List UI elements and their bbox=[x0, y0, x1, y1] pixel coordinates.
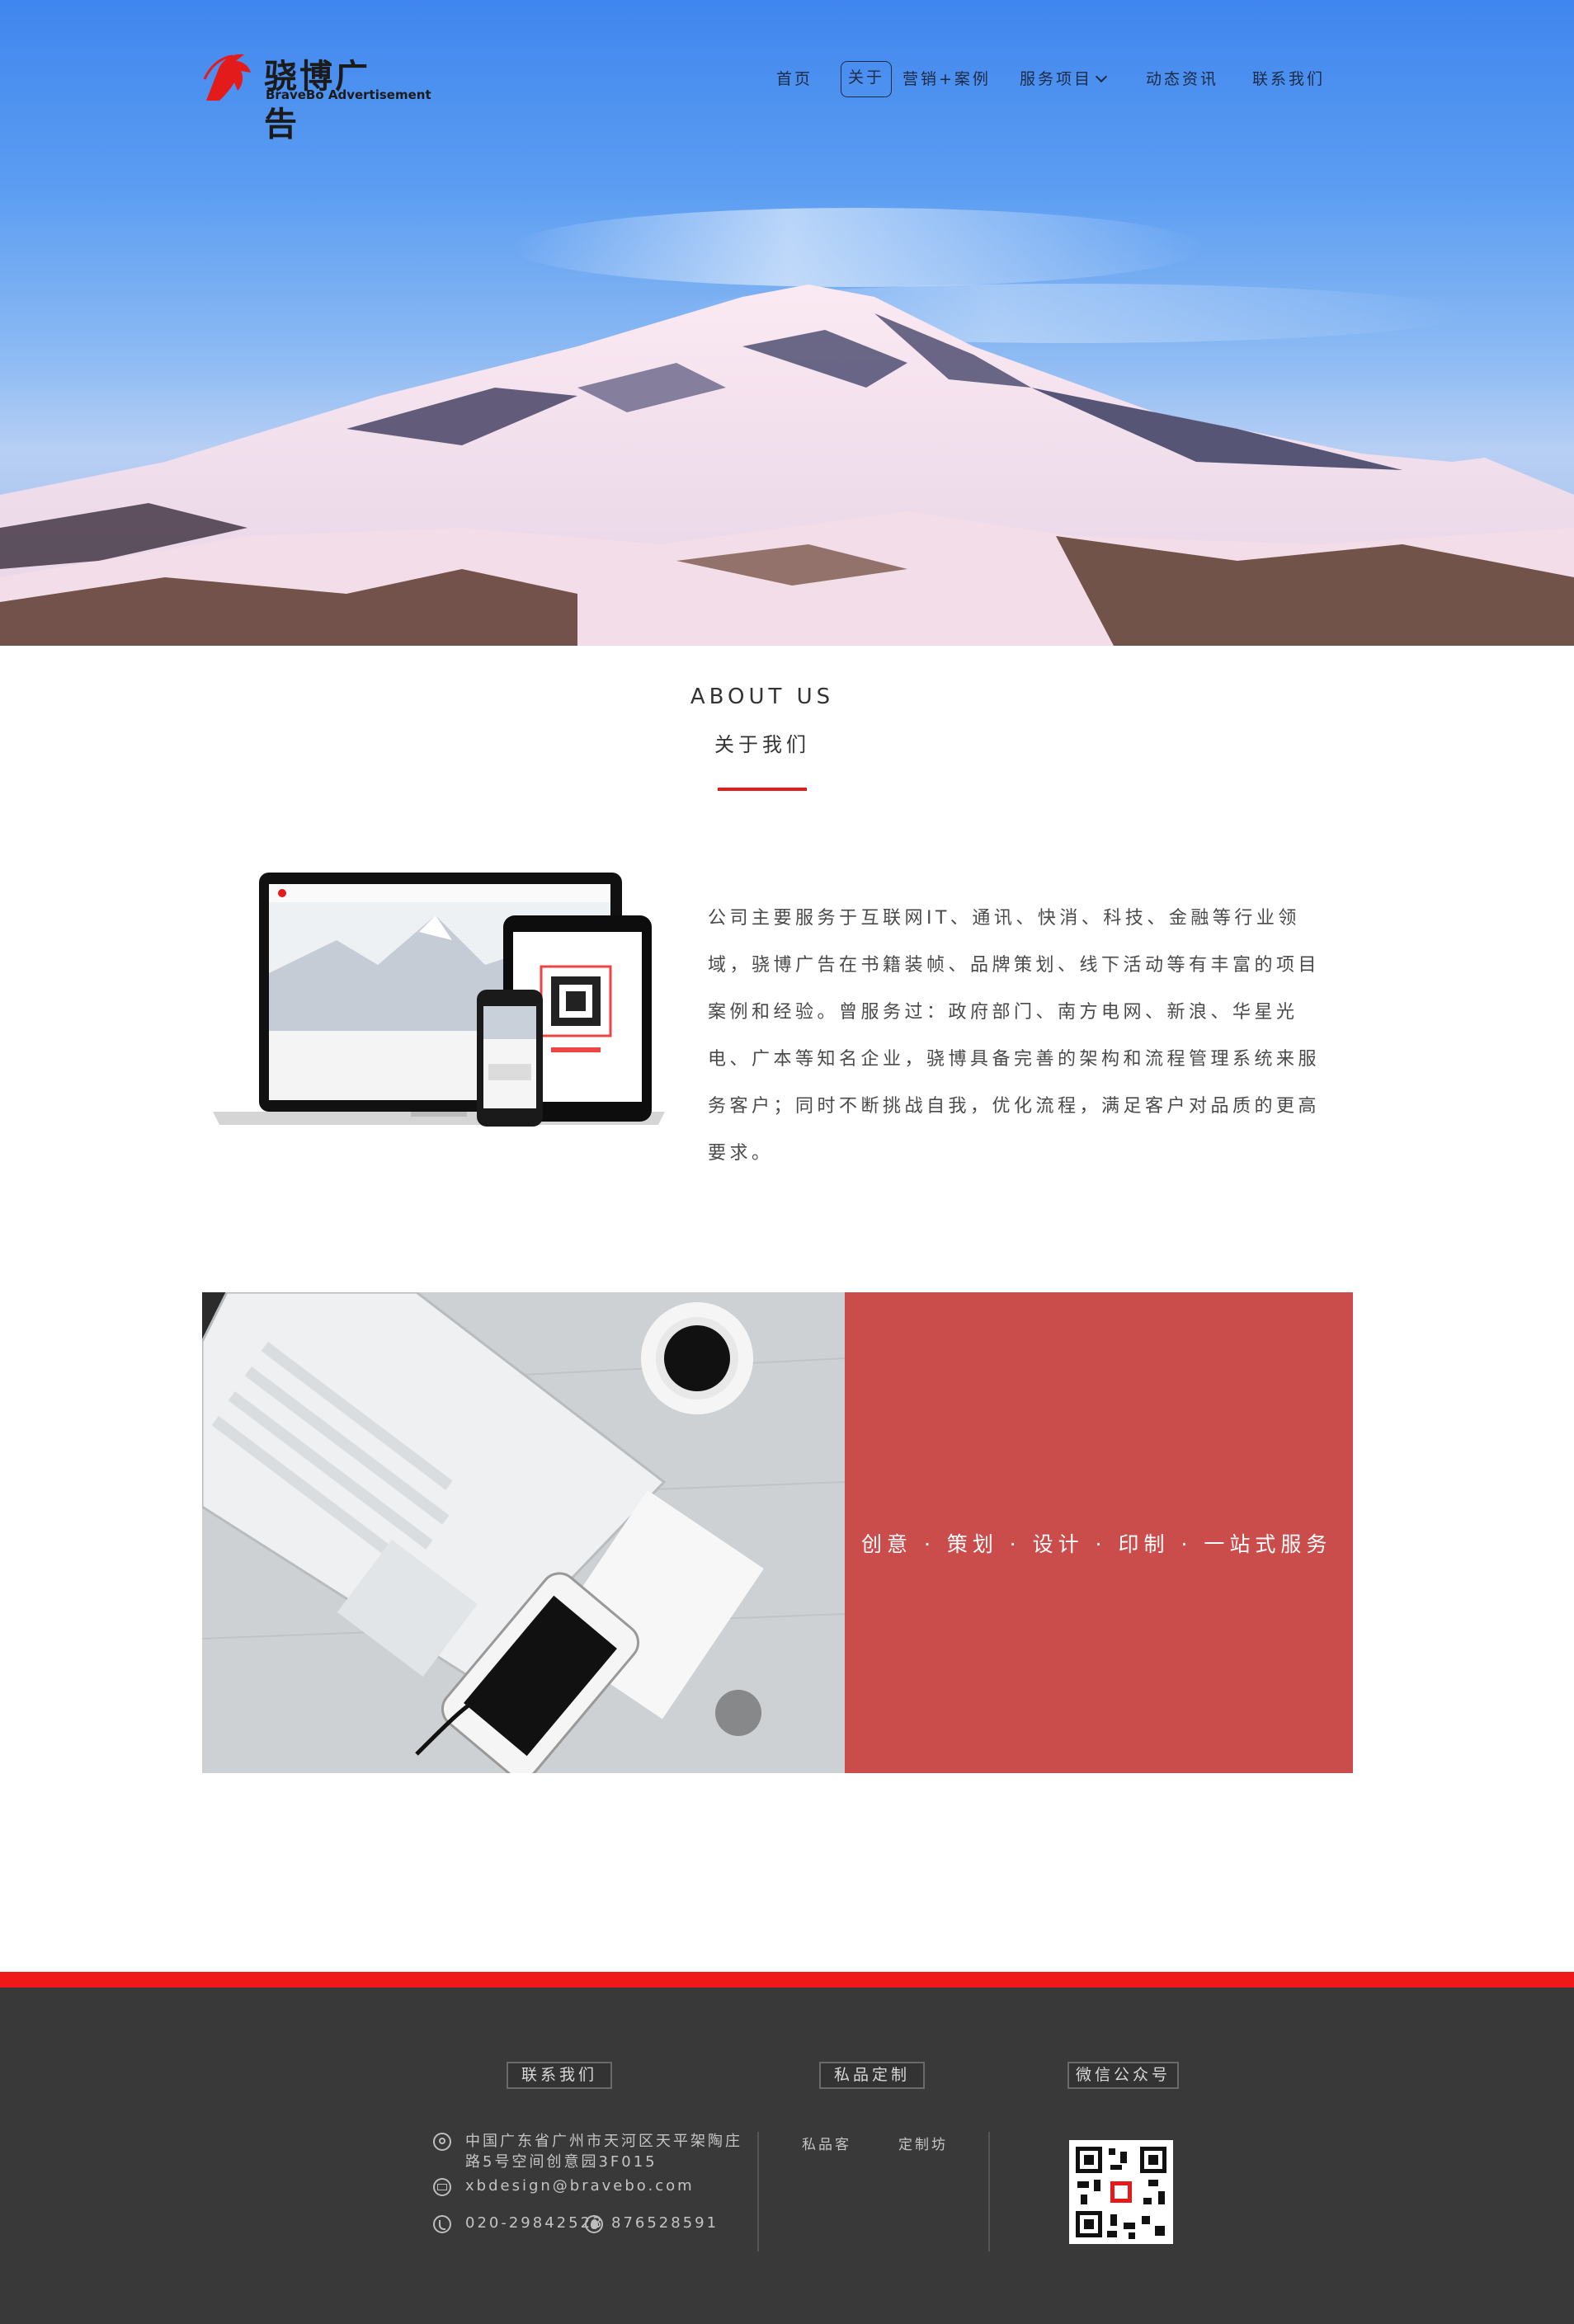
hero-banner: 骁博广告 BraveBo Advertisement 首页 关于 营销+案例 服… bbox=[0, 0, 1574, 646]
footer-top-stripe bbox=[0, 1972, 1574, 1988]
nav-item-home[interactable]: 首页 bbox=[776, 63, 813, 96]
qq-icon bbox=[585, 2215, 603, 2233]
main-nav: 首页 关于 营销+案例 服务项目 动态资讯 联系我们 bbox=[0, 61, 1574, 97]
footer-link-private-client[interactable]: 私品客 bbox=[802, 2133, 851, 2153]
footer-divider-1 bbox=[757, 2132, 759, 2251]
email-icon bbox=[433, 2178, 451, 2196]
location-pin-icon bbox=[433, 2133, 451, 2151]
phone-icon bbox=[433, 2215, 451, 2233]
footer-address-line-1: 中国广东省广州市天河区天平架陶庄 bbox=[465, 2133, 742, 2150]
footer-address-line-2: 路5号空间创意园3F015 bbox=[465, 2153, 657, 2171]
laptop-desk-image bbox=[202, 1292, 845, 1773]
about-description: 公司主要服务于互联网IT、通讯、快消、科技、金融等行业领域，骁博广告在书籍装帧、… bbox=[708, 908, 1321, 1164]
footer-qq: 876528591 bbox=[611, 2214, 719, 2232]
footer-divider-2 bbox=[988, 2132, 990, 2251]
footer-contact-heading: 联系我们 bbox=[507, 2062, 613, 2089]
site-footer: 联系我们 私品定制 微信公众号 中国广东省广州市天河区天平架陶庄 路5号空间创意… bbox=[0, 1988, 1574, 2324]
chevron-down-icon bbox=[1095, 70, 1108, 83]
nav-item-about[interactable]: 关于 bbox=[841, 61, 893, 97]
footer-wechat-heading: 微信公众号 bbox=[1067, 2062, 1180, 2089]
nav-item-cases[interactable]: 营销+案例 bbox=[902, 63, 991, 96]
about-title-cn: 关于我们 bbox=[714, 733, 810, 756]
workspace-photo bbox=[202, 1292, 845, 1773]
about-title-en: ABOUT US bbox=[690, 684, 835, 709]
footer-link-custom-workshop[interactable]: 定制坊 bbox=[898, 2133, 948, 2153]
about-title-underline bbox=[718, 788, 807, 791]
footer-custom-heading: 私品定制 bbox=[819, 2062, 926, 2089]
service-banner: 创意 · 策划 · 设计 · 印制 · 一站式服务 bbox=[845, 1292, 1353, 1773]
footer-email[interactable]: xbdesign@bravebo.com bbox=[465, 2177, 695, 2195]
service-slogan: 创意 · 策划 · 设计 · 印制 · 一站式服务 bbox=[861, 1532, 1332, 1556]
nav-item-services[interactable]: 服务项目 bbox=[1020, 63, 1108, 96]
nav-item-news[interactable]: 动态资讯 bbox=[1146, 63, 1218, 96]
nav-item-services-label: 服务项目 bbox=[1020, 70, 1093, 88]
nav-item-contact[interactable]: 联系我们 bbox=[1252, 63, 1325, 96]
wechat-qr-code bbox=[1069, 2140, 1173, 2244]
footer-phone: 020-29842523 bbox=[465, 2214, 605, 2232]
responsive-devices-image bbox=[213, 873, 665, 1127]
